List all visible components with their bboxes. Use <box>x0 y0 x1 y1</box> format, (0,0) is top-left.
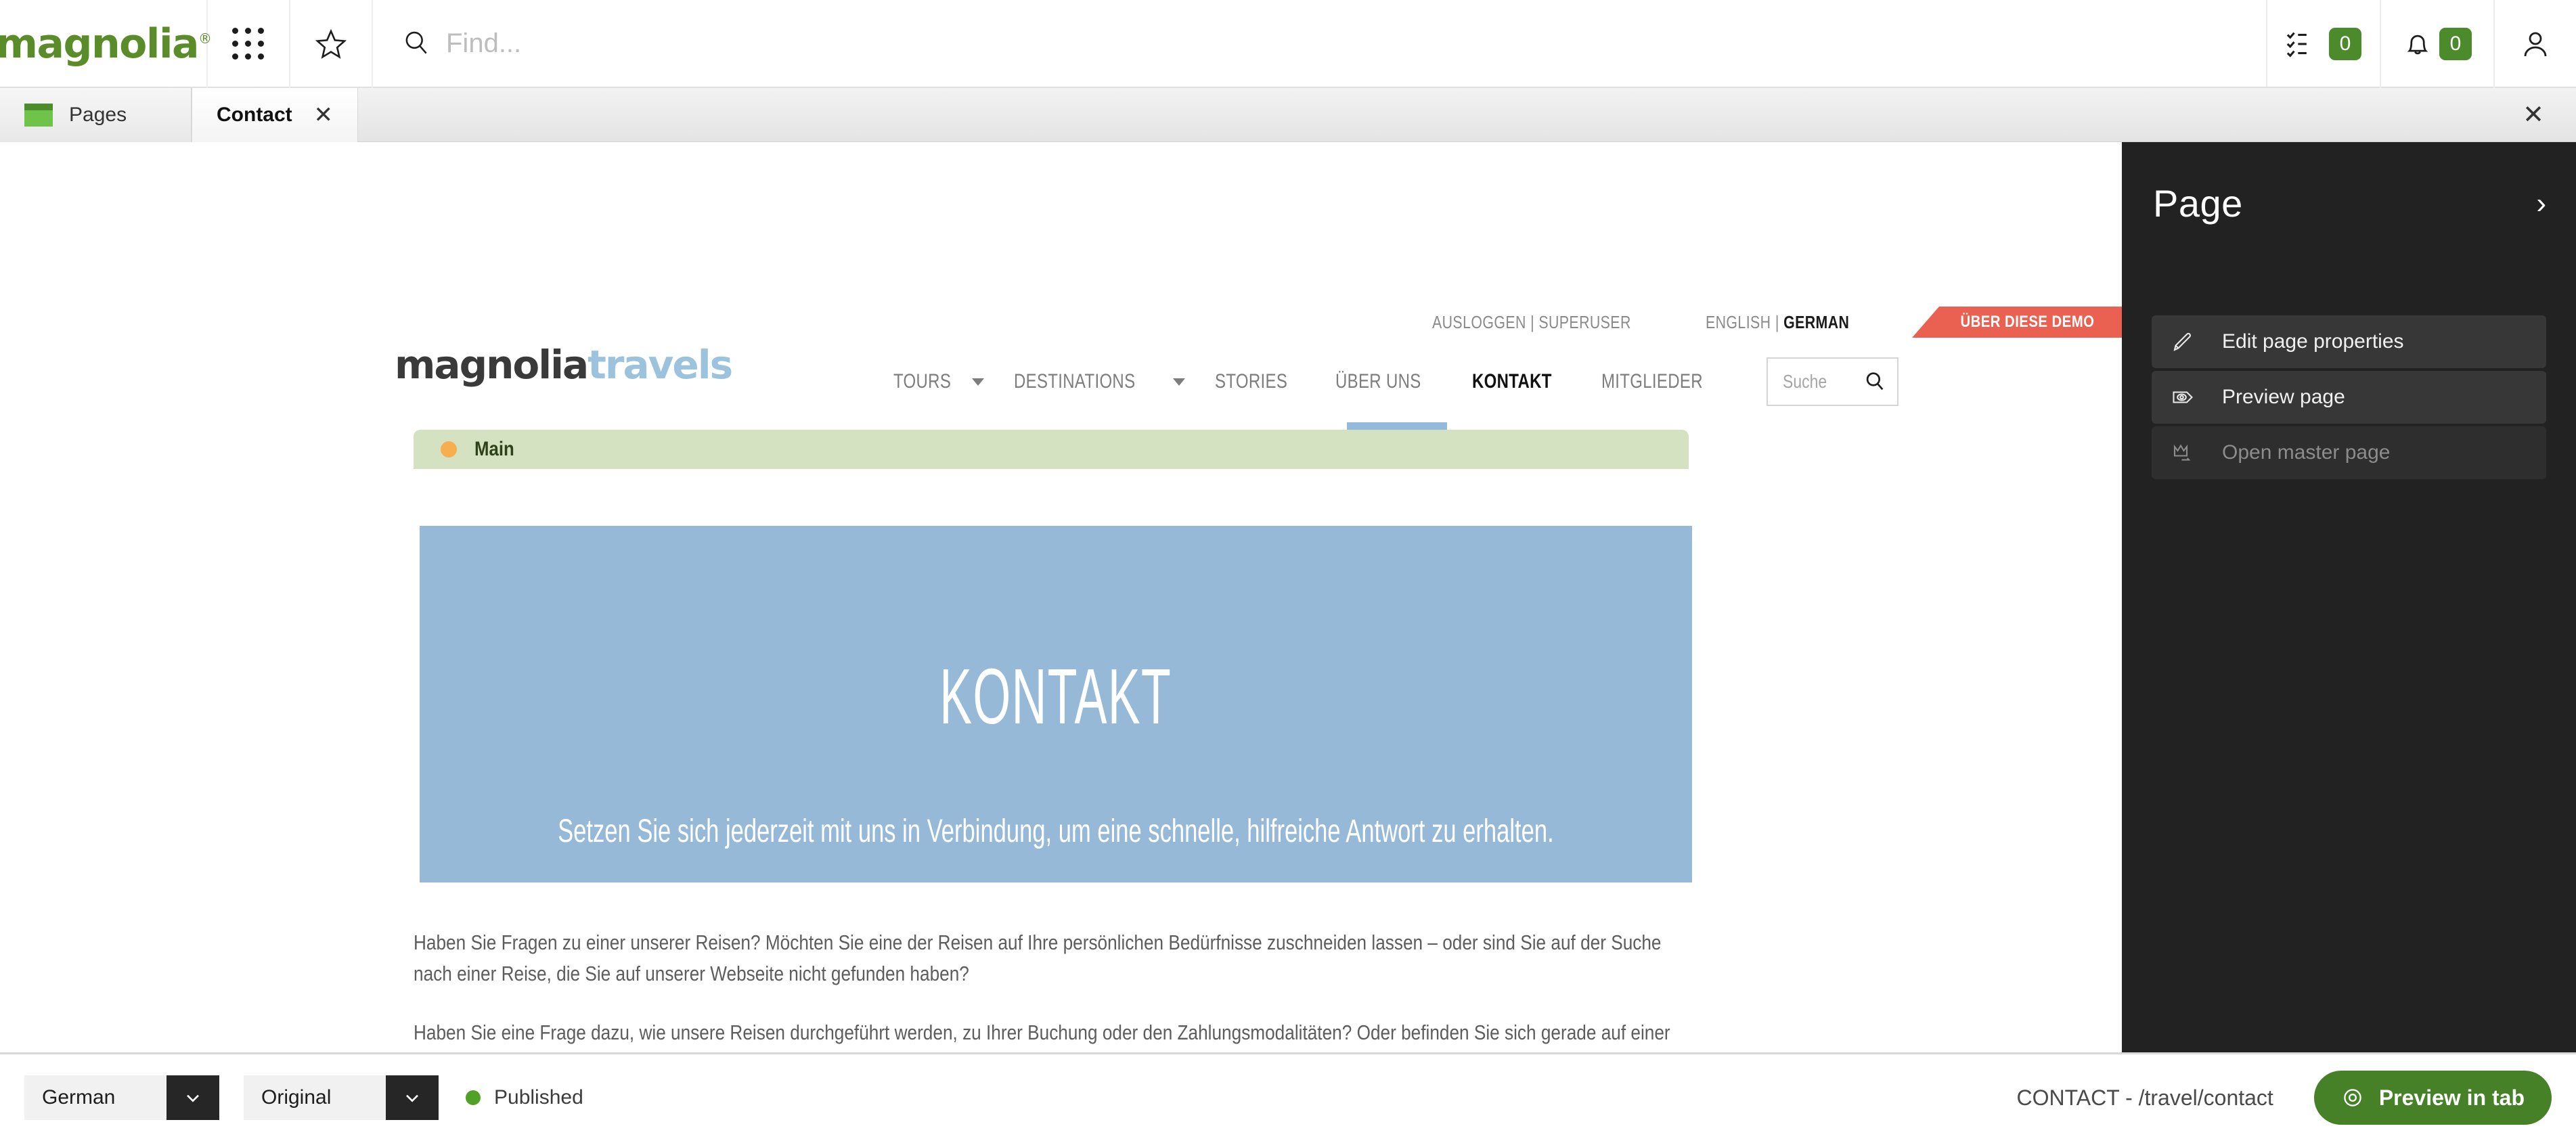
site-logout-link[interactable]: AUSLOGGEN | SUPERUSER <box>1432 312 1631 333</box>
application-top-bar: magnolia® Find... 0 0 <box>0 0 2576 88</box>
version-select-value: Original <box>244 1075 386 1120</box>
status-badge: Published <box>494 1086 583 1109</box>
site-logo[interactable]: magnoliatravels <box>395 345 733 384</box>
nav-item-destinations[interactable]: DESTINATIONS <box>1014 370 1185 393</box>
tab-contact-label: Contact <box>217 104 292 126</box>
chevron-down-icon <box>972 378 985 386</box>
tab-contact[interactable]: Contact ✕ <box>192 88 358 142</box>
global-search[interactable]: Find... <box>373 0 2267 87</box>
open-master-page-label: Open master page <box>2222 441 2391 464</box>
nav-item-ueber-uns[interactable]: ÜBER UNS <box>1335 370 1442 393</box>
tab-pages-label: Pages <box>69 104 127 126</box>
app-tab-bar: Pages Contact ✕ ✕ <box>0 88 2576 142</box>
status-dot-icon <box>466 1090 481 1105</box>
page-editor-canvas[interactable]: AUSLOGGEN | SUPERUSER ENGLISH | GERMAN Ü… <box>0 142 2122 1052</box>
preview-in-tab-label: Preview in tab <box>2378 1085 2525 1110</box>
search-input[interactable]: Find... <box>446 28 521 59</box>
tab-bar-spacer <box>358 88 2491 141</box>
publication-status: Published <box>466 1086 583 1109</box>
chevron-right-icon[interactable]: › <box>2536 188 2546 219</box>
hero-title: KONTAKT <box>939 652 1172 740</box>
edit-page-properties-button[interactable]: Edit page properties <box>2152 315 2546 368</box>
area-label: Main <box>474 438 514 460</box>
nav-item-tours[interactable]: TOURS <box>893 370 985 393</box>
language-select[interactable]: German <box>24 1075 219 1120</box>
language-select-value: German <box>24 1075 166 1120</box>
master-page-icon <box>2169 439 2196 466</box>
nav-item-kontakt[interactable]: KONTAKT <box>1472 370 1572 393</box>
editor-status-bar: German Original Published CONTACT - /tra… <box>0 1052 2576 1141</box>
nav-item-stories[interactable]: STORIES <box>1215 370 1306 393</box>
panel-header: Page › <box>2122 142 2576 225</box>
tasks-button[interactable]: 0 <box>2267 0 2381 88</box>
editor-area-bar-main[interactable]: Main <box>414 430 1689 469</box>
eye-icon <box>2341 1086 2364 1109</box>
open-master-page-button: Open master page <box>2152 426 2546 479</box>
page-body-copy[interactable]: Haben Sie Fragen zu einer unserer Reisen… <box>414 927 1693 1052</box>
area-status-dot-icon <box>441 441 457 457</box>
site-search-box[interactable]: Suche <box>1766 357 1898 406</box>
magnolia-logo-text: magnolia® <box>0 20 212 68</box>
page-action-panel: Page › Edit page properties Preview page <box>2122 142 2576 1052</box>
apps-launcher-button[interactable] <box>208 0 290 88</box>
preview-page-button[interactable]: Preview page <box>2152 371 2546 424</box>
site-main-nav: TOURS DESTINATIONS STORIES ÜBER UNS KONT… <box>893 357 1898 406</box>
preview-page-label: Preview page <box>2222 386 2345 408</box>
favorites-button[interactable] <box>290 0 373 88</box>
tasks-count-badge: 0 <box>2329 28 2361 60</box>
tab-pages[interactable]: Pages <box>0 88 192 142</box>
user-menu-button[interactable] <box>2495 0 2576 88</box>
notifications-count-badge: 0 <box>2439 28 2472 60</box>
search-icon[interactable] <box>1863 370 1886 393</box>
pencil-icon <box>2169 328 2196 355</box>
chevron-down-icon <box>1172 378 1185 386</box>
star-icon <box>315 28 347 60</box>
close-icon[interactable]: ✕ <box>314 104 334 127</box>
site-utility-bar: AUSLOGGEN | SUPERUSER ENGLISH | GERMAN Ü… <box>1432 307 2122 338</box>
panel-title: Page <box>2153 182 2243 225</box>
version-select[interactable]: Original <box>244 1075 439 1120</box>
chevron-down-icon[interactable] <box>386 1075 439 1120</box>
eye-tag-icon <box>2169 384 2196 411</box>
hero-subtitle: Setzen Sie sich jederzeit mit uns in Ver… <box>558 813 1554 849</box>
nav-item-mitglieder[interactable]: MITGLIEDER <box>1601 370 1728 393</box>
paragraph: Haben Sie Fragen zu einer unserer Reisen… <box>414 931 1662 985</box>
notifications-button[interactable]: 0 <box>2381 0 2495 88</box>
chevron-down-icon[interactable] <box>166 1075 219 1120</box>
page-path-label: CONTACT - /travel/contact <box>2016 1085 2273 1110</box>
user-avatar-icon <box>2519 28 2552 60</box>
bell-icon <box>2403 28 2433 60</box>
about-demo-ribbon[interactable]: ÜBER DIESE DEMO <box>1912 307 2122 338</box>
pages-icon <box>24 104 53 127</box>
site-logo-part2: travels <box>587 342 733 388</box>
magnolia-logo[interactable]: magnolia® <box>0 0 212 88</box>
tasks-checklist-icon <box>2286 28 2322 60</box>
panel-action-list: Edit page properties Preview page Open m… <box>2122 315 2576 479</box>
website-preview: AUSLOGGEN | SUPERUSER ENGLISH | GERMAN Ü… <box>0 142 2122 1052</box>
close-all-icon[interactable]: ✕ <box>2491 88 2576 141</box>
preview-in-tab-button[interactable]: Preview in tab <box>2313 1071 2552 1125</box>
hero-banner[interactable]: KONTAKT Setzen Sie sich jederzeit mit un… <box>420 526 1692 882</box>
search-icon <box>401 28 431 58</box>
site-language-switch[interactable]: ENGLISH | GERMAN <box>1706 312 1849 333</box>
site-search-input[interactable]: Suche <box>1783 371 1827 393</box>
edit-page-properties-label: Edit page properties <box>2222 330 2404 353</box>
paragraph: Haben Sie eine Frage dazu, wie unsere Re… <box>414 1021 1670 1052</box>
site-logo-part1: magnolia <box>395 342 589 388</box>
apps-grid-icon <box>231 27 265 61</box>
